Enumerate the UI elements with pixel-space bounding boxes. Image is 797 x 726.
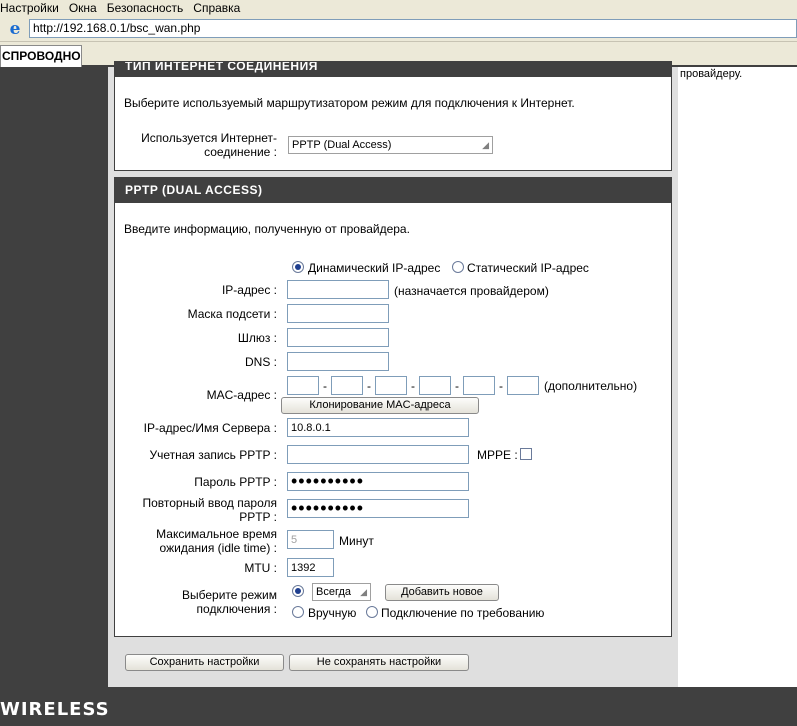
section-intro: Выберите используемый маршрутизатором ре… <box>124 96 575 110</box>
label-line: подключения : <box>196 602 277 616</box>
mac-separator: - <box>411 379 415 393</box>
select-value: PPTP (Dual Access) <box>292 139 392 151</box>
dropdown-arrow-icon: ◢ <box>360 587 367 597</box>
label-line: соединение : <box>204 145 277 159</box>
mtu-input[interactable] <box>287 558 334 577</box>
idle-time-label: Максимальное время ожидания (idle time) … <box>120 527 277 555</box>
browser-menubar: Настройки Окна Безопасность Справка <box>0 0 797 16</box>
section-heading: PPTP (DUAL ACCESS) <box>115 178 671 203</box>
server-label: IP-адрес/Имя Сервера : <box>143 421 277 435</box>
ip-label: IP-адрес : <box>221 283 277 297</box>
dynamic-ip-radio[interactable] <box>292 261 304 273</box>
url-field[interactable]: http://192.168.0.1/bsc_wan.php <box>29 19 797 38</box>
schedule-select[interactable]: Всегда ◢ <box>312 583 371 601</box>
mppe-checkbox[interactable] <box>520 448 532 460</box>
idle-time-input[interactable] <box>287 530 334 549</box>
add-new-button[interactable]: Добавить новое <box>385 584 499 601</box>
mac-note: (дополнительно) <box>544 379 638 393</box>
address-bar: e http://192.168.0.1/bsc_wan.php <box>0 16 797 42</box>
label-line: Используется Интернет- <box>141 131 277 145</box>
menu-windows[interactable]: Окна <box>69 1 97 15</box>
mac-label: MAC-адрес : <box>206 388 277 402</box>
connect-mode-label: Выберите режим подключения : <box>120 588 277 616</box>
static-ip-label: Статический IP-адрес <box>467 261 589 275</box>
mac-separator: - <box>499 379 503 393</box>
menu-settings[interactable]: Настройки <box>0 1 59 15</box>
ip-input[interactable] <box>287 280 389 299</box>
mac-octet-input[interactable] <box>419 376 451 395</box>
ip-note: (назначается провайдером) <box>394 284 549 298</box>
dont-save-button[interactable]: Не сохранять настройки <box>289 654 469 671</box>
clone-mac-button[interactable]: Клонирование MAC-адреса <box>281 397 479 414</box>
gateway-label: Шлюз : <box>237 331 277 345</box>
mac-octet-input[interactable] <box>287 376 319 395</box>
section-heading: ТИП ИНТЕРНЕТ СОЕДИНЕНИЯ <box>115 62 671 77</box>
select-value: Всегда <box>316 586 352 598</box>
dns-input[interactable] <box>287 352 389 371</box>
account-label: Учетная запись PPTP : <box>149 448 277 462</box>
mac-octet-input[interactable] <box>331 376 363 395</box>
connection-type-select[interactable]: PPTP (Dual Access) ◢ <box>288 136 493 154</box>
confirm-password-label: Повторный ввод пароля PPTP : <box>120 496 277 524</box>
help-sidebar: провайдеру. <box>678 67 797 687</box>
mask-input[interactable] <box>287 304 389 323</box>
dynamic-ip-label: Динамический IP-адрес <box>308 261 441 275</box>
menu-help[interactable]: Справка <box>193 1 240 15</box>
browser-logo-icon: e <box>9 19 21 39</box>
mac-octet-input[interactable] <box>463 376 495 395</box>
mode-on-demand-label: Подключение по требованию <box>381 606 545 620</box>
label-line: Повторный ввод пароля <box>142 496 277 510</box>
label-line: PPTP : <box>239 510 277 524</box>
server-input[interactable] <box>287 418 469 437</box>
section-intro: Введите информацию, полученную от провай… <box>124 222 410 236</box>
menu-security[interactable]: Безопасность <box>107 1 184 15</box>
connection-type-label: Используется Интернет- соединение : <box>120 131 277 159</box>
password-input[interactable] <box>287 472 469 491</box>
mode-on-demand-radio[interactable] <box>366 606 378 618</box>
mode-always-radio[interactable] <box>292 585 304 597</box>
browser-tab[interactable]: СПРОВОДНО... <box>0 45 82 67</box>
mac-separator: - <box>367 379 371 393</box>
mac-octet-input[interactable] <box>375 376 407 395</box>
mode-manual-radio[interactable] <box>292 606 304 618</box>
account-input[interactable] <box>287 445 469 464</box>
static-ip-radio[interactable] <box>452 261 464 273</box>
save-button[interactable]: Сохранить настройки <box>125 654 284 671</box>
confirm-password-input[interactable] <box>287 499 469 518</box>
gateway-input[interactable] <box>287 328 389 347</box>
label-line: ожидания (idle time) : <box>159 541 277 555</box>
dns-label: DNS : <box>244 355 277 369</box>
help-text: провайдеру. <box>680 68 743 80</box>
mppe-label: MPPE : <box>477 448 518 462</box>
footer: WIRELESS <box>0 687 797 726</box>
password-label: Пароль PPTP : <box>194 475 277 489</box>
brand-logo: WIRELESS <box>0 699 110 720</box>
mtu-label: MTU : <box>244 561 277 575</box>
mode-manual-label: Вручную <box>308 606 357 620</box>
mac-separator: - <box>455 379 459 393</box>
mac-separator: - <box>323 379 327 393</box>
mask-label: Маска подсети : <box>187 307 277 321</box>
idle-unit: Минут <box>339 534 374 548</box>
label-line: Максимальное время <box>156 527 277 541</box>
mac-octet-input[interactable] <box>507 376 539 395</box>
dropdown-arrow-icon: ◢ <box>482 140 489 150</box>
label-line: Выберите режим <box>182 588 277 602</box>
